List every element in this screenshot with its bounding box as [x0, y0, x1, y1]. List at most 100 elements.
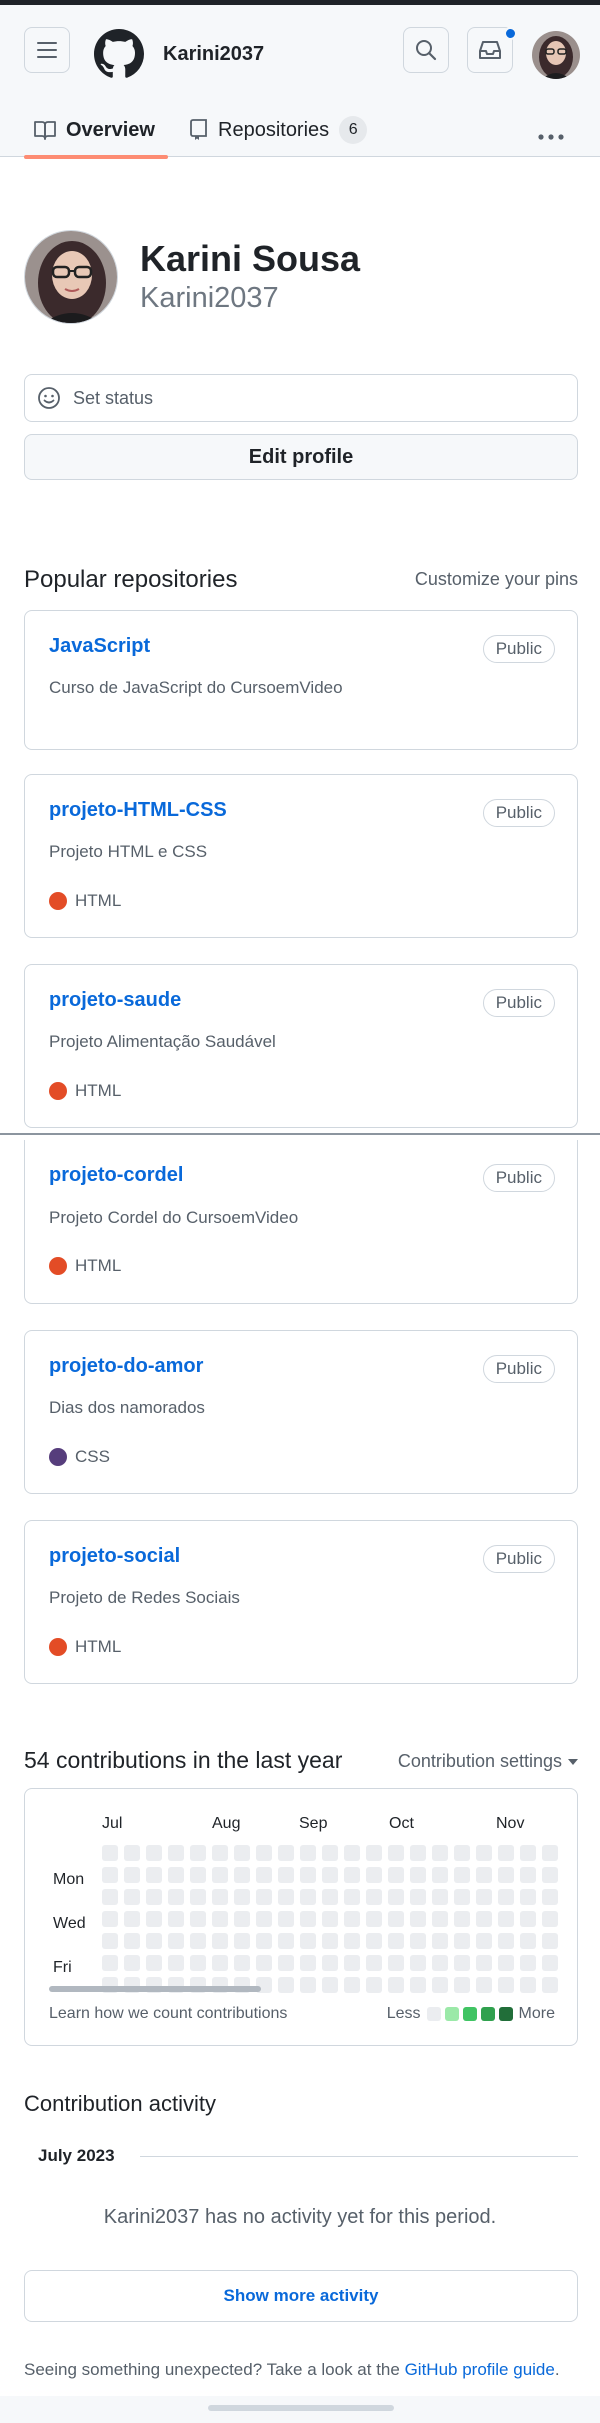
contribution-cell[interactable] [278, 1911, 294, 1927]
contribution-cell[interactable] [520, 1845, 536, 1861]
contribution-cell[interactable] [124, 1889, 140, 1905]
contribution-cell[interactable] [234, 1867, 250, 1883]
contribution-cell[interactable] [454, 1977, 470, 1993]
contribution-cell[interactable] [388, 1911, 404, 1927]
contribution-cell[interactable] [322, 1911, 338, 1927]
contribution-cell[interactable] [432, 1977, 448, 1993]
contribution-cell[interactable] [190, 1933, 206, 1949]
contribution-cell[interactable] [520, 1977, 536, 1993]
contribution-cell[interactable] [520, 1867, 536, 1883]
contribution-cell[interactable] [300, 1977, 316, 1993]
contribution-cell[interactable] [300, 1955, 316, 1971]
contribution-cell[interactable] [476, 1933, 492, 1949]
contribution-cell[interactable] [322, 1889, 338, 1905]
menu-button[interactable] [24, 27, 70, 73]
contribution-cell[interactable] [322, 1867, 338, 1883]
contribution-cell[interactable] [256, 1845, 272, 1861]
contribution-cell[interactable] [124, 1867, 140, 1883]
contribution-cell[interactable] [146, 1845, 162, 1861]
contribution-cell[interactable] [366, 1933, 382, 1949]
contribution-cell[interactable] [410, 1911, 426, 1927]
github-logo-icon[interactable] [94, 29, 144, 79]
contribution-cell[interactable] [168, 1933, 184, 1949]
contribution-cell[interactable] [256, 1911, 272, 1927]
contribution-cell[interactable] [212, 1889, 228, 1905]
horizontal-scrollbar[interactable] [49, 1986, 261, 1992]
contribution-cell[interactable] [124, 1955, 140, 1971]
contribution-cell[interactable] [498, 1955, 514, 1971]
contribution-cell[interactable] [498, 1933, 514, 1949]
contribution-cell[interactable] [322, 1955, 338, 1971]
contribution-cell[interactable] [212, 1845, 228, 1861]
contribution-cell[interactable] [212, 1867, 228, 1883]
contribution-cell[interactable] [542, 1867, 558, 1883]
contribution-cell[interactable] [300, 1867, 316, 1883]
contribution-cell[interactable] [454, 1867, 470, 1883]
contribution-cell[interactable] [168, 1911, 184, 1927]
contribution-cell[interactable] [410, 1845, 426, 1861]
contribution-cell[interactable] [498, 1867, 514, 1883]
contribution-cell[interactable] [300, 1933, 316, 1949]
contribution-cell[interactable] [498, 1911, 514, 1927]
contribution-cell[interactable] [432, 1845, 448, 1861]
contribution-cell[interactable] [190, 1867, 206, 1883]
more-options-button[interactable] [538, 117, 564, 148]
contribution-cell[interactable] [322, 1977, 338, 1993]
contribution-cell[interactable] [124, 1845, 140, 1861]
contribution-cell[interactable] [234, 1955, 250, 1971]
contribution-cell[interactable] [520, 1955, 536, 1971]
contribution-cell[interactable] [476, 1889, 492, 1905]
contribution-cell[interactable] [366, 1911, 382, 1927]
contribution-cell[interactable] [300, 1911, 316, 1927]
contribution-cell[interactable] [410, 1977, 426, 1993]
contribution-cell[interactable] [344, 1845, 360, 1861]
contribution-cell[interactable] [454, 1911, 470, 1927]
contribution-cell[interactable] [476, 1867, 492, 1883]
contribution-cell[interactable] [476, 1911, 492, 1927]
contribution-cell[interactable] [388, 1933, 404, 1949]
contribution-cell[interactable] [410, 1933, 426, 1949]
contribution-cell[interactable] [542, 1977, 558, 1993]
contribution-cell[interactable] [278, 1845, 294, 1861]
contribution-cell[interactable] [432, 1955, 448, 1971]
contribution-cell[interactable] [256, 1933, 272, 1949]
contribution-cell[interactable] [300, 1889, 316, 1905]
contribution-cell[interactable] [454, 1955, 470, 1971]
contribution-cell[interactable] [410, 1955, 426, 1971]
contribution-cell[interactable] [234, 1933, 250, 1949]
contribution-cell[interactable] [432, 1867, 448, 1883]
contribution-cell[interactable] [146, 1933, 162, 1949]
contribution-cell[interactable] [212, 1933, 228, 1949]
contribution-cell[interactable] [454, 1845, 470, 1861]
contribution-cell[interactable] [190, 1911, 206, 1927]
contribution-cell[interactable] [366, 1955, 382, 1971]
contribution-cell[interactable] [388, 1889, 404, 1905]
contribution-cell[interactable] [102, 1955, 118, 1971]
contribution-cell[interactable] [124, 1933, 140, 1949]
header-username[interactable]: Karini2037 [163, 43, 264, 66]
contribution-cell[interactable] [520, 1889, 536, 1905]
contribution-cell[interactable] [366, 1845, 382, 1861]
tab-overview[interactable]: Overview [34, 103, 155, 157]
contribution-cell[interactable] [190, 1889, 206, 1905]
contribution-cell[interactable] [322, 1845, 338, 1861]
contribution-cell[interactable] [102, 1845, 118, 1861]
contribution-cell[interactable] [344, 1933, 360, 1949]
contribution-cell[interactable] [146, 1867, 162, 1883]
contribution-cell[interactable] [476, 1977, 492, 1993]
contribution-cell[interactable] [410, 1889, 426, 1905]
contribution-cell[interactable] [542, 1933, 558, 1949]
user-avatar[interactable] [532, 31, 580, 79]
contribution-cell[interactable] [388, 1955, 404, 1971]
set-status-button[interactable]: Set status [24, 374, 578, 422]
contribution-cell[interactable] [278, 1933, 294, 1949]
contribution-cell[interactable] [542, 1955, 558, 1971]
contribution-cell[interactable] [256, 1889, 272, 1905]
profile-guide-link[interactable]: GitHub profile guide [405, 2360, 555, 2379]
home-indicator[interactable] [208, 2405, 394, 2411]
contribution-cell[interactable] [388, 1977, 404, 1993]
contribution-cell[interactable] [190, 1955, 206, 1971]
contribution-cell[interactable] [234, 1911, 250, 1927]
contribution-cell[interactable] [476, 1955, 492, 1971]
contribution-settings-button[interactable]: Contribution settings [398, 1751, 578, 1772]
